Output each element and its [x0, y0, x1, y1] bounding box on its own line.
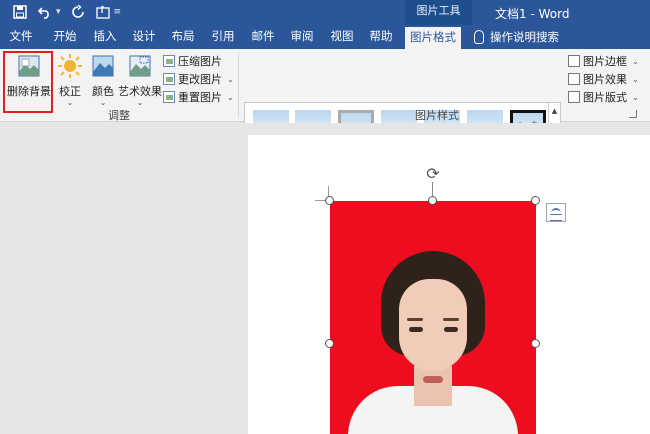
ribbon: 删除背景 校正 ⌄ 颜色 ⌄ 艺术效果 ⌄ 压缩图片 更改图片 ⌄ 重置图片 ⌄…: [0, 49, 650, 151]
color-icon: [92, 55, 114, 77]
picture-styles-group-label: 图片样式: [415, 109, 459, 122]
picture-effects-label: 图片效果: [583, 73, 627, 86]
quick-access-toolbar: ▾ ≡: [12, 4, 121, 20]
picture-border-icon: [568, 55, 580, 67]
resize-handle-right[interactable]: [531, 339, 540, 348]
picture-border-button[interactable]: 图片边框 ⌄: [568, 53, 639, 69]
chevron-down-icon: ⌄: [227, 92, 234, 102]
document-title: 文档1 - Word: [495, 7, 570, 21]
save-icon[interactable]: [12, 4, 28, 20]
tab-file[interactable]: 文件: [4, 25, 38, 49]
tell-me-label: 操作说明搜索: [490, 30, 559, 44]
group-divider: [238, 53, 239, 117]
document-area: [0, 123, 650, 434]
ribbon-tabs: 文件 开始 插入 设计 布局 引用 邮件 审阅 视图 帮助 图片格式 操作说明搜…: [0, 25, 650, 49]
resize-handle-top[interactable]: [428, 196, 437, 205]
redo-icon[interactable]: [70, 4, 86, 20]
change-picture-icon: [163, 73, 175, 85]
picture-lips: [423, 376, 443, 383]
sun-icon: [58, 54, 82, 78]
tab-review[interactable]: 审阅: [285, 25, 319, 49]
rotation-stem: [432, 182, 433, 197]
picture-brow: [443, 318, 459, 321]
artistic-effects-label: 艺术效果: [118, 85, 162, 98]
lightbulb-icon: [474, 30, 484, 44]
chevron-down-icon: ⌄: [632, 92, 639, 102]
reset-picture-icon: [163, 91, 175, 103]
chevron-down-icon: ⌄: [99, 98, 107, 107]
highlight-box: [3, 51, 53, 113]
picture-eye: [444, 327, 458, 332]
title-bar: ▾ ≡ 图片工具 文档1 - Word: [0, 0, 650, 25]
tab-home[interactable]: 开始: [48, 25, 82, 49]
layout-options-icon[interactable]: [546, 203, 566, 222]
picture-brow: [407, 318, 423, 321]
change-picture-label: 更改图片: [178, 73, 222, 86]
undo-icon[interactable]: [37, 4, 53, 20]
chevron-up-icon[interactable]: ▲: [549, 103, 560, 119]
artistic-effects-icon: [129, 55, 151, 77]
chevron-down-icon: ⌄: [227, 74, 234, 84]
dialog-launcher-icon[interactable]: [629, 110, 637, 118]
adjust-group-label: 调整: [108, 109, 130, 122]
color-label: 颜色: [92, 85, 114, 98]
picture-layout-button[interactable]: 图片版式 ⌄: [568, 89, 639, 105]
corrections-button[interactable]: 校正 ⌄: [54, 51, 86, 107]
undo-dropdown-icon[interactable]: ▾: [56, 7, 61, 17]
tab-insert[interactable]: 插入: [88, 25, 122, 49]
tab-help[interactable]: 帮助: [364, 25, 398, 49]
reset-picture-button[interactable]: 重置图片 ⌄: [163, 89, 234, 105]
resize-handle-left[interactable]: [325, 339, 334, 348]
picture-effects-icon: [568, 73, 580, 85]
rotate-icon[interactable]: ⟳: [424, 165, 442, 183]
color-button[interactable]: 颜色 ⌄: [86, 51, 120, 107]
tab-picture-format[interactable]: 图片格式: [405, 27, 461, 49]
touch-mode-icon[interactable]: [95, 4, 111, 20]
compress-label: 压缩图片: [178, 55, 222, 68]
artistic-effects-button[interactable]: 艺术效果 ⌄: [118, 51, 162, 107]
tell-me-search[interactable]: 操作说明搜索: [474, 29, 559, 45]
picture-eye: [409, 327, 423, 332]
compress-pictures-button[interactable]: 压缩图片: [163, 53, 222, 69]
picture-layout-label: 图片版式: [583, 91, 627, 104]
change-picture-button[interactable]: 更改图片 ⌄: [163, 71, 234, 87]
picture-border-label: 图片边框: [583, 55, 627, 68]
chevron-down-icon: ⌄: [66, 98, 74, 107]
picture-effects-button[interactable]: 图片效果 ⌄: [568, 71, 639, 87]
reset-picture-label: 重置图片: [178, 91, 222, 104]
resize-handle-top-right[interactable]: [531, 196, 540, 205]
tab-view[interactable]: 视图: [325, 25, 359, 49]
picture-face: [399, 279, 467, 371]
selected-picture[interactable]: [330, 201, 536, 434]
resize-handle-top-left[interactable]: [325, 196, 334, 205]
corrections-label: 校正: [59, 85, 81, 98]
picture-neck: [414, 366, 452, 406]
tab-references[interactable]: 引用: [206, 25, 240, 49]
picture-layout-icon: [568, 91, 580, 103]
picture-tools-context: 图片工具: [405, 0, 472, 25]
compress-icon: [163, 55, 175, 67]
tab-design[interactable]: 设计: [127, 25, 161, 49]
chevron-down-icon: ⌄: [632, 74, 639, 84]
tab-mailings[interactable]: 邮件: [246, 25, 280, 49]
tab-layout[interactable]: 布局: [166, 25, 200, 49]
customize-qat-icon[interactable]: ≡: [114, 7, 122, 17]
chevron-down-icon: ⌄: [632, 56, 639, 66]
chevron-down-icon: ⌄: [136, 98, 144, 107]
